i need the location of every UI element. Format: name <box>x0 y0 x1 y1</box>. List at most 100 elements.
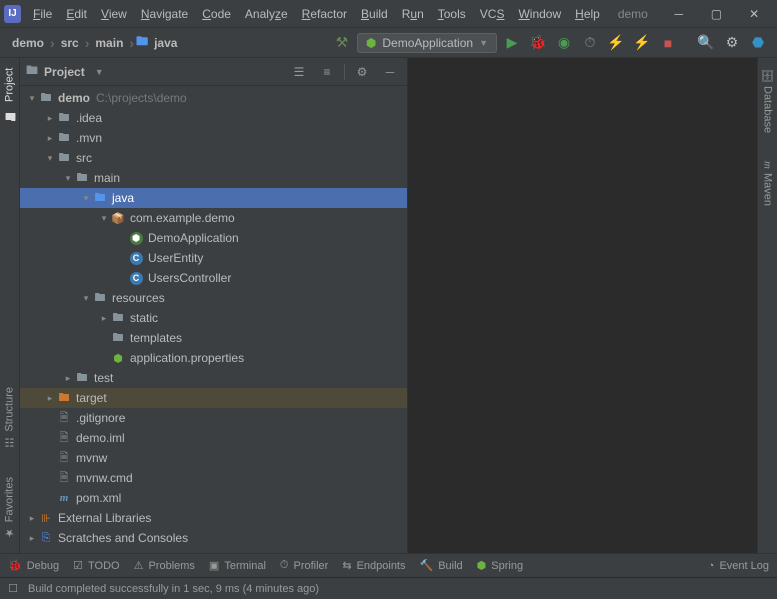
menu-analyze[interactable]: Analyze <box>239 4 294 24</box>
hide-panel-button[interactable]: ─ <box>379 61 401 83</box>
toolwindow-toggle-icon[interactable]: ☐ <box>6 582 20 595</box>
close-button[interactable]: ✕ <box>735 0 773 28</box>
tree-node-mvn[interactable]: ▸ 🖿 .mvn <box>20 128 407 148</box>
menu-window[interactable]: Window <box>512 4 567 24</box>
menu-vcs[interactable]: VCS <box>474 4 511 24</box>
tree-node-class-userscontroller[interactable]: C UsersController <box>20 268 407 288</box>
tool-tab-spring[interactable]: ⬢Spring <box>477 559 523 572</box>
tool-tab-problems[interactable]: ⚠Problems <box>134 559 195 572</box>
class-icon: C <box>128 272 144 285</box>
codewithme-button[interactable]: ⬣ <box>747 32 769 54</box>
tool-tab-endpoints[interactable]: ⇆Endpoints <box>342 559 405 572</box>
tool-tab-eventlog[interactable]: ◔Event Log <box>708 560 769 572</box>
chevron-down-icon[interactable]: ▾ <box>26 93 38 104</box>
expand-all-button[interactable]: ≡ <box>316 61 338 83</box>
menu-help[interactable]: Help <box>569 4 606 24</box>
coverage-button[interactable]: ◉ <box>553 32 575 54</box>
menu-tools[interactable]: Tools <box>432 4 472 24</box>
minimize-button[interactable]: ─ <box>660 0 698 28</box>
run-configuration-selector[interactable]: ⬢ DemoApplication ▼ <box>357 33 497 53</box>
tree-node-mvnwcmd[interactable]: 🗎 mvnw.cmd <box>20 468 407 488</box>
tree-node-mvnw[interactable]: 🗎 mvnw <box>20 448 407 468</box>
tree-node-package[interactable]: ▾ 📦 com.example.demo <box>20 208 407 228</box>
chevron-down-icon[interactable]: ▾ <box>80 193 92 204</box>
chevron-right-icon[interactable]: ▸ <box>98 313 110 324</box>
folder-icon: 🖿 <box>56 149 72 168</box>
tool-tab-todo[interactable]: ☑TODO <box>73 559 119 572</box>
menu-file[interactable]: File <box>27 4 58 24</box>
chevron-right-icon: › <box>129 35 134 51</box>
tree-node-target[interactable]: ▸ 🖿 target <box>20 388 407 408</box>
spring-icon: ⬢ <box>477 559 487 572</box>
chevron-right-icon[interactable]: ▸ <box>44 133 56 144</box>
search-button[interactable]: 🔍 <box>695 32 717 54</box>
menu-view[interactable]: View <box>95 4 133 24</box>
tree-node-appprops[interactable]: ⬢ application.properties <box>20 348 407 368</box>
tree-node-class-demoapp[interactable]: ⬢ DemoApplication <box>20 228 407 248</box>
crumb-src[interactable]: src <box>57 34 83 52</box>
tool-tab-profiler[interactable]: ⏱Profiler <box>280 559 328 572</box>
tree-node-idea[interactable]: ▸ 🖿 .idea <box>20 108 407 128</box>
file-icon: 🗎 <box>56 409 72 428</box>
status-text: Build completed successfully in 1 sec, 9… <box>28 583 319 595</box>
tool-tab-terminal[interactable]: ▣Terminal <box>209 559 266 572</box>
crumb-main[interactable]: main <box>91 34 127 52</box>
menu-build[interactable]: Build <box>355 4 394 24</box>
menu-code[interactable]: Code <box>196 4 237 24</box>
tree-node-test[interactable]: ▸ 🖿 test <box>20 368 407 388</box>
debug-button[interactable]: 🐞 <box>527 32 549 54</box>
chevron-down-icon[interactable]: ▼ <box>95 67 104 77</box>
settings-button[interactable]: ⚙ <box>721 32 743 54</box>
run-button[interactable]: ▶ <box>501 32 523 54</box>
status-bar: ☐ Build completed successfully in 1 sec,… <box>0 577 777 599</box>
menu-refactor[interactable]: Refactor <box>296 4 353 24</box>
tree-node-root[interactable]: ▾ 🖿 demo C:\projects\demo <box>20 88 407 108</box>
tree-node-scratches[interactable]: ▸ ⎘ Scratches and Consoles <box>20 528 407 548</box>
tree-node-templates[interactable]: 🖿 templates <box>20 328 407 348</box>
chevron-right-icon[interactable]: ▸ <box>62 373 74 384</box>
panel-title[interactable]: Project <box>44 65 89 79</box>
build-icon[interactable]: ⚒ <box>331 32 353 54</box>
tree-node-gitignore[interactable]: 🗎 .gitignore <box>20 408 407 428</box>
crumb-project[interactable]: demo <box>8 34 48 52</box>
chevron-right-icon[interactable]: ▸ <box>44 113 56 124</box>
window-title: demo <box>606 7 660 21</box>
tool-tab-build[interactable]: 🔨Build <box>420 559 463 572</box>
chevron-down-icon[interactable]: ▾ <box>62 173 74 184</box>
chevron-right-icon[interactable]: ▸ <box>26 513 38 524</box>
tool-tab-project[interactable]: 🖿Project <box>0 64 21 129</box>
tool-tab-structure[interactable]: ☷Structure <box>1 383 18 453</box>
stop-button[interactable]: ■ <box>657 32 679 54</box>
tool-tab-database[interactable]: 🗄Database <box>759 64 776 137</box>
tree-node-class-userentity[interactable]: C UserEntity <box>20 248 407 268</box>
profile-button[interactable]: ⏱ <box>579 32 601 54</box>
tool-tab-favorites[interactable]: ★Favorites <box>1 473 18 543</box>
tree-node-external-libs[interactable]: ▸ ⊪ External Libraries <box>20 508 407 528</box>
panel-settings-button[interactable]: ⚙ <box>351 61 373 83</box>
project-tree[interactable]: ▾ 🖿 demo C:\projects\demo ▸ 🖿 .idea ▸ 🖿 … <box>20 86 407 553</box>
chevron-down-icon[interactable]: ▾ <box>44 153 56 164</box>
tree-node-java[interactable]: ▾ 🖿 java <box>20 188 407 208</box>
chevron-right-icon[interactable]: ▸ <box>44 393 56 404</box>
tree-node-resources[interactable]: ▾ 🖿 resources <box>20 288 407 308</box>
menu-navigate[interactable]: Navigate <box>135 4 194 24</box>
menu-run[interactable]: Run <box>396 4 430 24</box>
attach2-button[interactable]: ⚡ <box>631 32 653 54</box>
tool-tab-maven[interactable]: mMaven <box>760 157 776 210</box>
chevron-right-icon: › <box>85 35 90 51</box>
chevron-right-icon[interactable]: ▸ <box>26 533 38 544</box>
tree-node-src[interactable]: ▾ 🖿 src <box>20 148 407 168</box>
maximize-button[interactable]: ▢ <box>698 0 736 28</box>
tree-node-pom[interactable]: m pom.xml <box>20 488 407 508</box>
chevron-down-icon[interactable]: ▾ <box>80 293 92 304</box>
tree-node-static[interactable]: ▸ 🖿 static <box>20 308 407 328</box>
menu-edit[interactable]: Edit <box>60 4 93 24</box>
crumb-java[interactable]: java <box>150 34 181 52</box>
chevron-down-icon[interactable]: ▾ <box>98 213 110 224</box>
breadcrumb: demo › src › main › 🖿 java <box>8 32 181 53</box>
tree-node-main[interactable]: ▾ 🖿 main <box>20 168 407 188</box>
tree-node-iml[interactable]: 🗎 demo.iml <box>20 428 407 448</box>
attach-button[interactable]: ⚡ <box>605 32 627 54</box>
select-opened-file-button[interactable]: ☰ <box>288 61 310 83</box>
tool-tab-debug[interactable]: 🐞Debug <box>8 559 59 572</box>
